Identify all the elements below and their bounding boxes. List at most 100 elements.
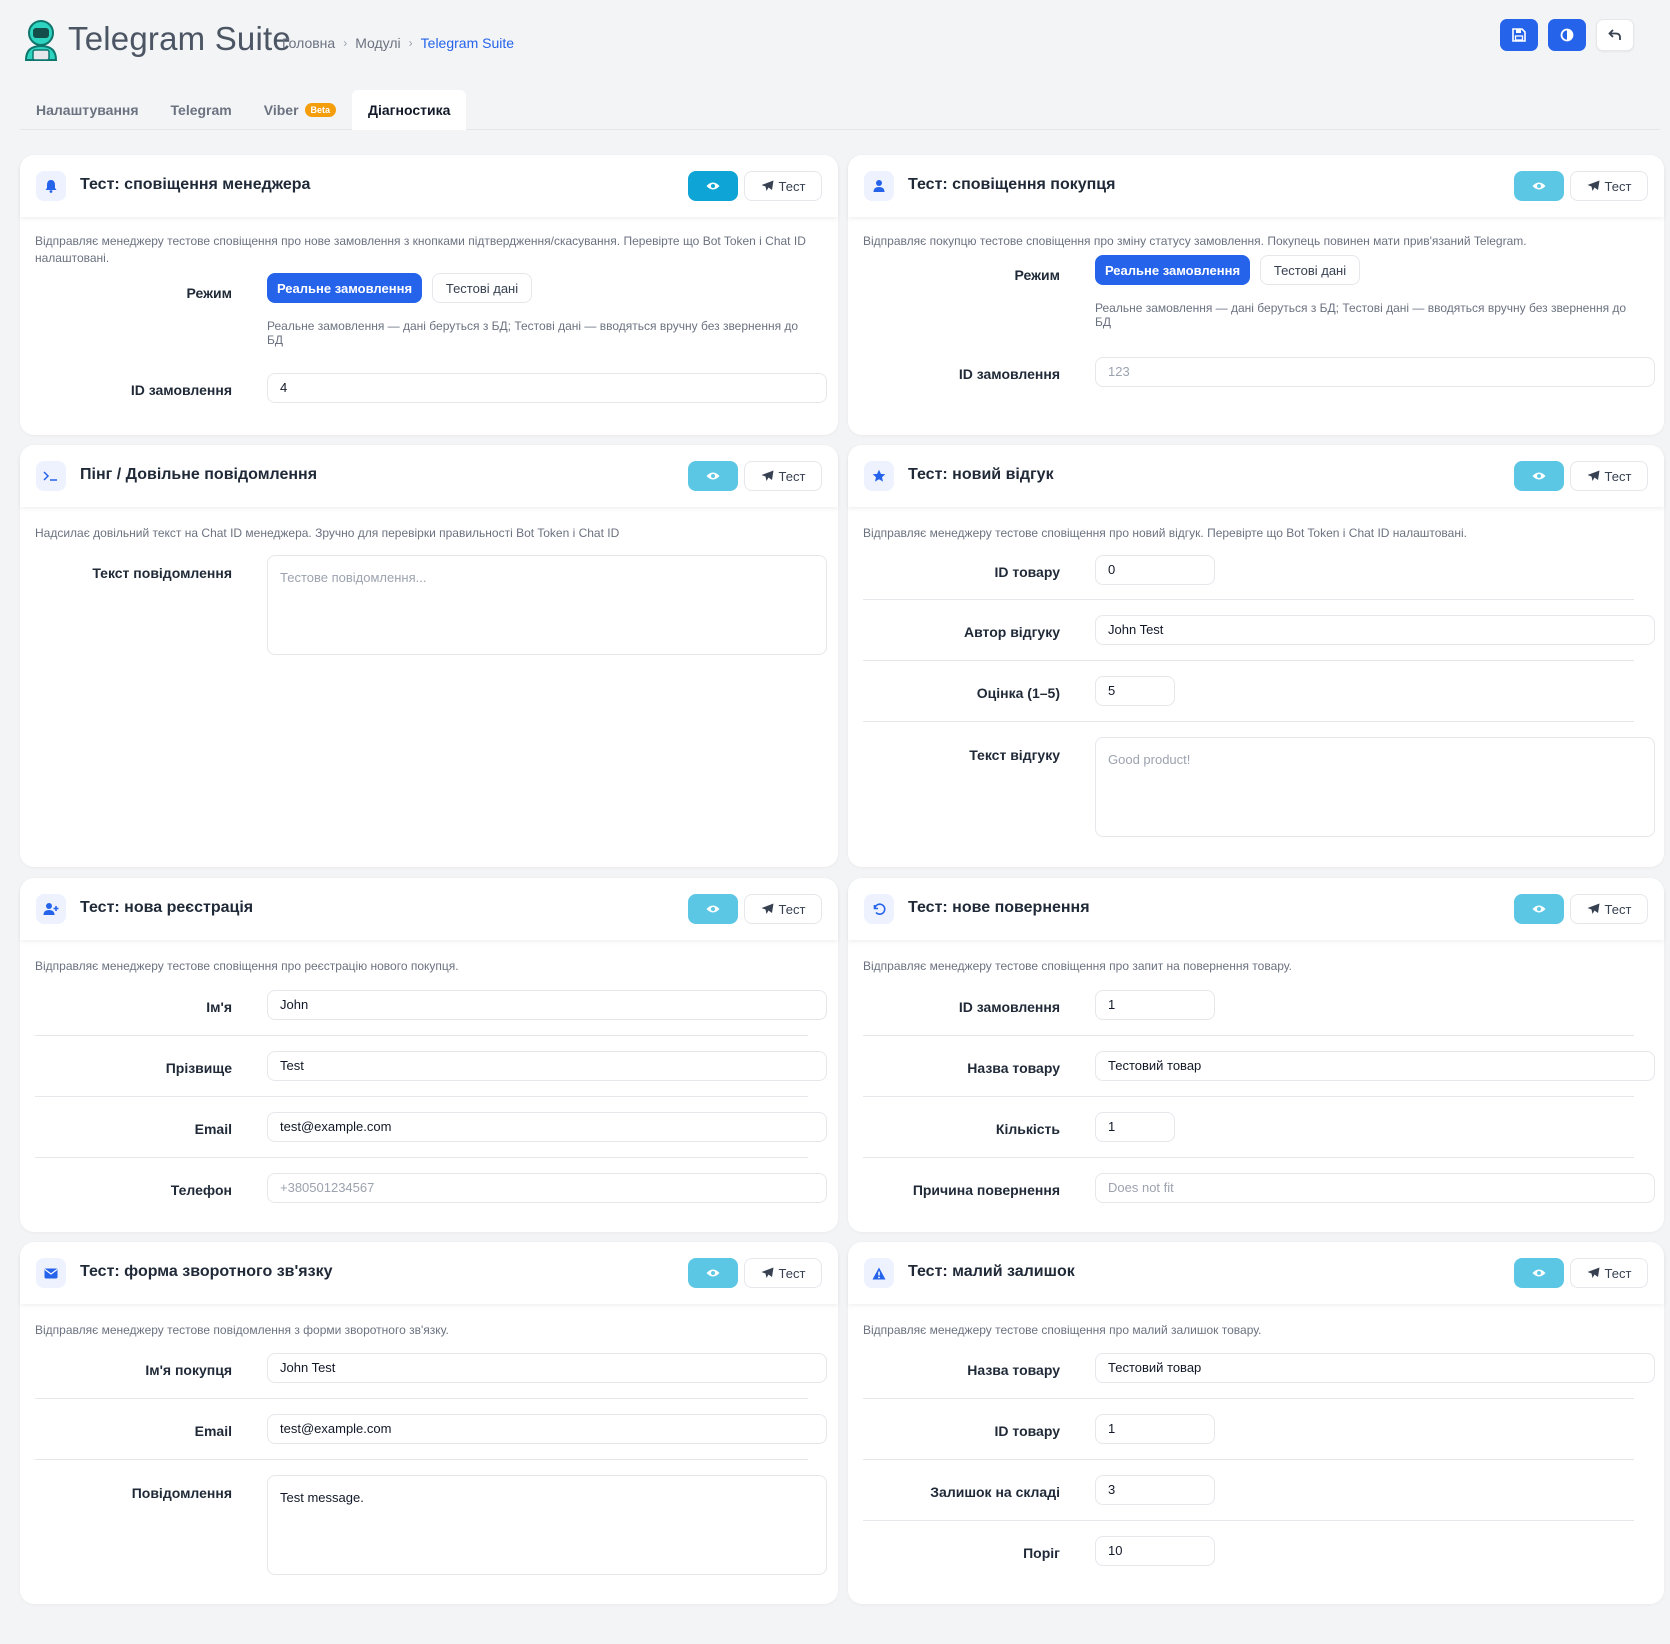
test-button[interactable]: Тест	[744, 461, 822, 491]
card-description: Відправляє менеджеру тестове повідомленн…	[35, 1323, 449, 1337]
test-button[interactable]: Тест	[1570, 894, 1648, 924]
preview-button[interactable]	[1514, 461, 1564, 491]
review-text-textarea[interactable]: Good product!	[1095, 737, 1655, 837]
author-input[interactable]: John Test	[1095, 615, 1655, 645]
mode-row: Режим Реальне замовлення Тестові дані Ре…	[863, 255, 1634, 340]
save-button[interactable]	[1500, 19, 1538, 51]
mode-test-data-button[interactable]: Тестові дані	[1260, 255, 1360, 285]
send-icon	[1587, 1267, 1600, 1278]
customer-name-input[interactable]: John Test	[267, 1353, 827, 1383]
review-text-row: Текст відгуку Good product!	[863, 737, 1655, 837]
card-ping: Пінг / Довільне повідомлення Тест Надсил…	[20, 445, 838, 867]
order-id-input[interactable]: 1	[1095, 990, 1215, 1020]
preview-button[interactable]	[688, 171, 738, 201]
preview-button[interactable]	[688, 1258, 738, 1288]
product-id-input[interactable]: 1	[1095, 1414, 1215, 1444]
rating-label: Оцінка (1–5)	[976, 685, 1060, 701]
preview-button[interactable]	[688, 461, 738, 491]
card-title: Тест: новий відгук	[908, 466, 1054, 483]
test-button[interactable]: Тест	[1570, 171, 1648, 201]
back-button[interactable]	[1596, 19, 1634, 51]
card-description: Відправляє менеджеру тестове сповіщення …	[863, 959, 1292, 973]
first-name-row: Ім'я John	[35, 990, 827, 1036]
card-header: Тест: нове повернення Тест	[848, 878, 1664, 940]
card-header: Тест: сповіщення покупця Тест	[848, 155, 1664, 217]
preview-button[interactable]	[1514, 1258, 1564, 1288]
envelope-icon	[36, 1258, 66, 1288]
message-textarea[interactable]: Тестове повідомлення...	[267, 555, 827, 655]
eye-icon	[706, 182, 720, 190]
quantity-row: Кількість 1	[863, 1112, 1634, 1158]
tab-label: Налаштування	[36, 102, 139, 118]
card-header: Пінг / Довільне повідомлення Тест	[20, 445, 838, 507]
card-description: Відправляє менеджеру тестове сповіщення …	[35, 959, 459, 973]
rating-row: Оцінка (1–5) 5	[863, 676, 1634, 722]
eye-icon	[706, 905, 720, 913]
test-button[interactable]: Тест	[744, 171, 822, 201]
test-button[interactable]: Тест	[1570, 461, 1648, 491]
quantity-label: Кількість	[995, 1121, 1060, 1137]
breadcrumb-home[interactable]: Головна	[282, 35, 335, 51]
product-name-input[interactable]: Тестовий товар	[1095, 1353, 1655, 1383]
email-input[interactable]: test@example.com	[267, 1112, 827, 1142]
rating-input[interactable]: 5	[1095, 676, 1175, 706]
card-title: Тест: форма зворотного зв'язку	[80, 1263, 333, 1280]
card-description: Надсилає довільний текст на Chat ID мене…	[35, 526, 620, 540]
tab-diagnostics[interactable]: Діагностика	[352, 90, 467, 130]
test-button[interactable]: Тест	[1570, 1258, 1648, 1288]
author-row: Автор відгуку John Test	[863, 615, 1655, 661]
card-title: Тест: нова реєстрація	[80, 899, 254, 916]
save-icon	[1512, 28, 1526, 42]
email-input[interactable]: test@example.com	[267, 1414, 827, 1444]
mode-real-order-button[interactable]: Реальне замовлення	[267, 273, 422, 303]
card-description: Відправляє покупцю тестове сповіщення пр…	[863, 234, 1527, 248]
mode-real-order-button[interactable]: Реальне замовлення	[1095, 255, 1250, 285]
contrast-button[interactable]	[1548, 19, 1586, 51]
product-name-input[interactable]: Тестовий товар	[1095, 1051, 1655, 1081]
preview-button[interactable]	[1514, 894, 1564, 924]
mode-test-data-button[interactable]: Тестові дані	[432, 273, 532, 303]
preview-button[interactable]	[688, 894, 738, 924]
tab-viber[interactable]: Viber Beta	[248, 90, 352, 130]
product-name-row: Назва товару Тестовий товар	[863, 1051, 1655, 1097]
product-id-label: ID товару	[994, 1423, 1060, 1439]
breadcrumb-modules[interactable]: Модулі	[355, 35, 400, 51]
eye-icon	[706, 1269, 720, 1277]
breadcrumb-current[interactable]: Telegram Suite	[421, 35, 514, 51]
card-registration: Тест: нова реєстрація Тест Відправляє ме…	[20, 878, 838, 1232]
message-textarea[interactable]: Test message.	[267, 1475, 827, 1575]
app-logo-icon	[24, 20, 58, 61]
undo-icon	[864, 894, 894, 924]
card-header: Тест: сповіщення менеджера Тест	[20, 155, 838, 217]
product-id-row: ID товару 1	[863, 1414, 1634, 1460]
test-button-label: Тест	[1604, 1265, 1632, 1281]
card-title: Пінг / Довільне повідомлення	[80, 466, 318, 483]
phone-input[interactable]: +380501234567	[267, 1173, 827, 1203]
order-id-input[interactable]: 4	[267, 373, 827, 403]
card-contact-form: Тест: форма зворотного зв'язку Тест Відп…	[20, 1242, 838, 1604]
preview-button[interactable]	[1514, 171, 1564, 201]
last-name-input[interactable]: Test	[267, 1051, 827, 1081]
threshold-input[interactable]: 10	[1095, 1536, 1215, 1566]
card-description: Відправляє менеджеру тестове сповіщення …	[863, 1323, 1262, 1337]
mode-hint: Реальне замовлення — дані беруться з БД;…	[267, 319, 799, 347]
test-button[interactable]: Тест	[744, 1258, 822, 1288]
bell-icon	[36, 171, 66, 201]
customer-name-label: Ім'я покупця	[145, 1362, 232, 1378]
stock-input[interactable]: 3	[1095, 1475, 1215, 1505]
test-button[interactable]: Тест	[744, 894, 822, 924]
card-review: Тест: новий відгук Тест Відправляє менед…	[848, 445, 1664, 867]
card-manager-notification: Тест: сповіщення менеджера Тест Відправл…	[20, 155, 838, 435]
order-id-label: ID замовлення	[130, 382, 232, 398]
quantity-input[interactable]: 1	[1095, 1112, 1175, 1142]
last-name-label: Прізвище	[165, 1060, 232, 1076]
order-id-input[interactable]: 123	[1095, 357, 1655, 387]
eye-icon	[1532, 472, 1546, 480]
card-header: Тест: новий відгук Тест	[848, 445, 1664, 507]
tab-settings[interactable]: Налаштування	[20, 90, 155, 130]
tab-telegram[interactable]: Telegram	[155, 90, 248, 130]
product-id-input[interactable]: 0	[1095, 555, 1215, 585]
return-reason-input[interactable]: Does not fit	[1095, 1173, 1655, 1203]
first-name-input[interactable]: John	[267, 990, 827, 1020]
card-return: Тест: нове повернення Тест Відправляє ме…	[848, 878, 1664, 1232]
